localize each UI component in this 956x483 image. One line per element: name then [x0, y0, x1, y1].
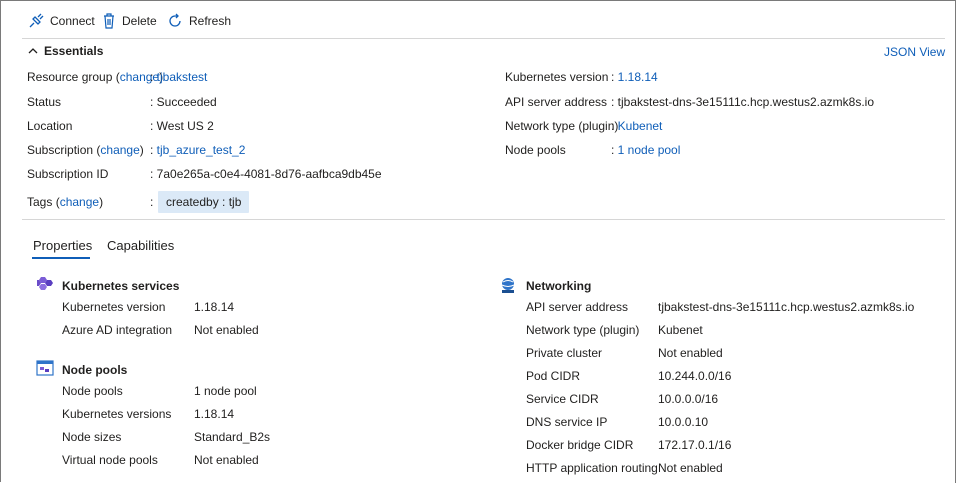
prop-virtual-node-pools-label: Virtual node pools: [62, 453, 158, 467]
tags-change-link[interactable]: change: [60, 195, 99, 209]
node-pools-icon: [36, 360, 54, 376]
tag-badge[interactable]: createdby : tjb: [158, 191, 250, 213]
delete-button[interactable]: Delete: [102, 13, 157, 29]
api-server-label: API server address: [505, 95, 608, 109]
prop-pod-cidr-label: Pod CIDR: [526, 369, 581, 383]
node-pools-title: Node pools: [62, 363, 128, 377]
prop-k8s-version-value: 1.18.14: [194, 300, 235, 314]
prop-k8s-versions-label: Kubernetes versions: [62, 407, 172, 421]
delete-label: Delete: [122, 14, 157, 28]
tab-properties[interactable]: Properties: [33, 238, 92, 253]
prop-node-sizes-value: Standard_B2s: [194, 430, 271, 444]
prop-private-cluster-label: Private cluster: [526, 346, 603, 360]
resource-group-value: : tjbakstest: [150, 70, 208, 84]
prop-http-routing-label: HTTP application routing: [526, 461, 658, 475]
prop-aad-value: Not enabled: [194, 323, 259, 337]
subscription-label-text: Subscription: [27, 143, 94, 157]
prop-http-routing-value: Not enabled: [658, 461, 723, 475]
k8s-version-value: : 1.18.14: [611, 70, 658, 84]
delete-icon: [102, 13, 116, 29]
prop-aad-label: Azure AD integration: [62, 323, 173, 337]
subscription-change-link[interactable]: change: [100, 143, 139, 157]
essentials-title: Essentials: [44, 44, 104, 58]
subscription-id-value-text: 7a0e265a-c0e4-4081-8d76-aafbca9db45e: [156, 167, 382, 181]
prop-api-value: tjbakstest-dns-3e15111c.hcp.westus2.azmk…: [658, 300, 915, 314]
prop-node-pools-value: 1 node pool: [194, 384, 257, 398]
api-server-value-text: tjbakstest-dns-3e15111c.hcp.westus2.azmk…: [617, 95, 875, 109]
location-value-text: West US 2: [156, 119, 214, 133]
prop-k8s-versions-value: 1.18.14: [194, 407, 235, 421]
tags-label-text: Tags: [27, 195, 53, 209]
prop-dns-ip-label: DNS service IP: [526, 415, 608, 429]
prop-node-pools-label: Node pools: [62, 384, 123, 398]
prop-pod-cidr-value: 10.244.0.0/16: [658, 369, 732, 383]
status-value-text: Succeeded: [156, 95, 217, 109]
tags-colon: :: [150, 195, 154, 209]
tags-label: Tags (change): [27, 195, 104, 209]
refresh-button[interactable]: Refresh: [167, 13, 231, 29]
json-view-link[interactable]: JSON View: [884, 45, 945, 59]
prop-service-cidr-label: Service CIDR: [526, 392, 599, 406]
kubernetes-services-icon: [36, 276, 54, 292]
subscription-id-value: : 7a0e265a-c0e4-4081-8d76-aafbca9db45e: [150, 167, 382, 181]
network-type-link[interactable]: Kubenet: [618, 119, 663, 133]
k8s-version-label: Kubernetes version: [505, 70, 609, 84]
essentials-divider: [22, 219, 945, 220]
resource-group-link[interactable]: tjbakstest: [157, 70, 208, 84]
status-label: Status: [27, 95, 62, 109]
chevron-up-icon: [28, 47, 38, 55]
prop-service-cidr-value: 10.0.0.0/16: [658, 392, 719, 406]
node-pools-label: Node pools: [505, 143, 566, 157]
tab-active-indicator: [32, 257, 90, 259]
connect-label: Connect: [50, 14, 95, 28]
prop-k8s-version-label: Kubernetes version: [62, 300, 166, 314]
resource-group-label-text: Resource group: [27, 70, 113, 84]
location-label: Location: [27, 119, 73, 133]
prop-docker-bridge-value: 172.17.0.1/16: [658, 438, 732, 452]
subscription-value: : tjb_azure_test_2: [150, 143, 246, 157]
network-type-label: Network type (plugin): [505, 119, 619, 133]
network-type-value: : Kubenet: [611, 119, 663, 133]
connect-icon: [28, 13, 44, 29]
prop-network-type-label: Network type (plugin): [526, 323, 640, 337]
prop-docker-bridge-label: Docker bridge CIDR: [526, 438, 634, 452]
prop-virtual-node-pools-value: Not enabled: [194, 453, 259, 467]
essentials-toggle[interactable]: Essentials: [28, 44, 103, 58]
status-value: : Succeeded: [150, 95, 217, 109]
networking-title: Networking: [526, 279, 592, 293]
prop-network-type-value: Kubenet: [658, 323, 703, 337]
networking-icon: [499, 276, 517, 294]
resource-group-label: Resource group (change): [27, 70, 164, 84]
refresh-label: Refresh: [189, 14, 232, 28]
subscription-link[interactable]: tjb_azure_test_2: [157, 143, 246, 157]
prop-node-sizes-label: Node sizes: [62, 430, 122, 444]
prop-private-cluster-value: Not enabled: [658, 346, 723, 360]
connect-button[interactable]: Connect: [28, 13, 95, 29]
subscription-id-label: Subscription ID: [27, 167, 109, 181]
api-server-value: : tjbakstest-dns-3e15111c.hcp.westus2.az…: [611, 95, 875, 109]
location-value: : West US 2: [150, 119, 214, 133]
node-pools-link[interactable]: 1 node pool: [618, 143, 681, 157]
refresh-icon: [167, 13, 183, 29]
subscription-label: Subscription (change): [27, 143, 144, 157]
node-pools-value: : 1 node pool: [611, 143, 681, 157]
toolbar-divider: [22, 38, 945, 39]
tab-capabilities[interactable]: Capabilities: [107, 238, 174, 253]
prop-api-label: API server address: [526, 300, 629, 314]
kubernetes-services-title: Kubernetes services: [62, 279, 180, 293]
prop-dns-ip-value: 10.0.0.10: [658, 415, 709, 429]
k8s-version-link[interactable]: 1.18.14: [618, 70, 658, 84]
